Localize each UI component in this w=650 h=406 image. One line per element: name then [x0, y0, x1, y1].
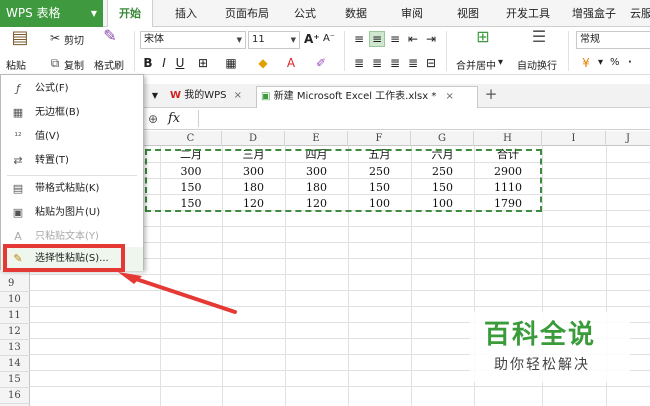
- watermark-subtitle: 助你轻松解决: [494, 357, 590, 373]
- arrow-shaft: [134, 277, 237, 314]
- watermark: 百科全说 助你轻松解决: [470, 312, 630, 382]
- watermark-title: 百科全说: [484, 320, 597, 350]
